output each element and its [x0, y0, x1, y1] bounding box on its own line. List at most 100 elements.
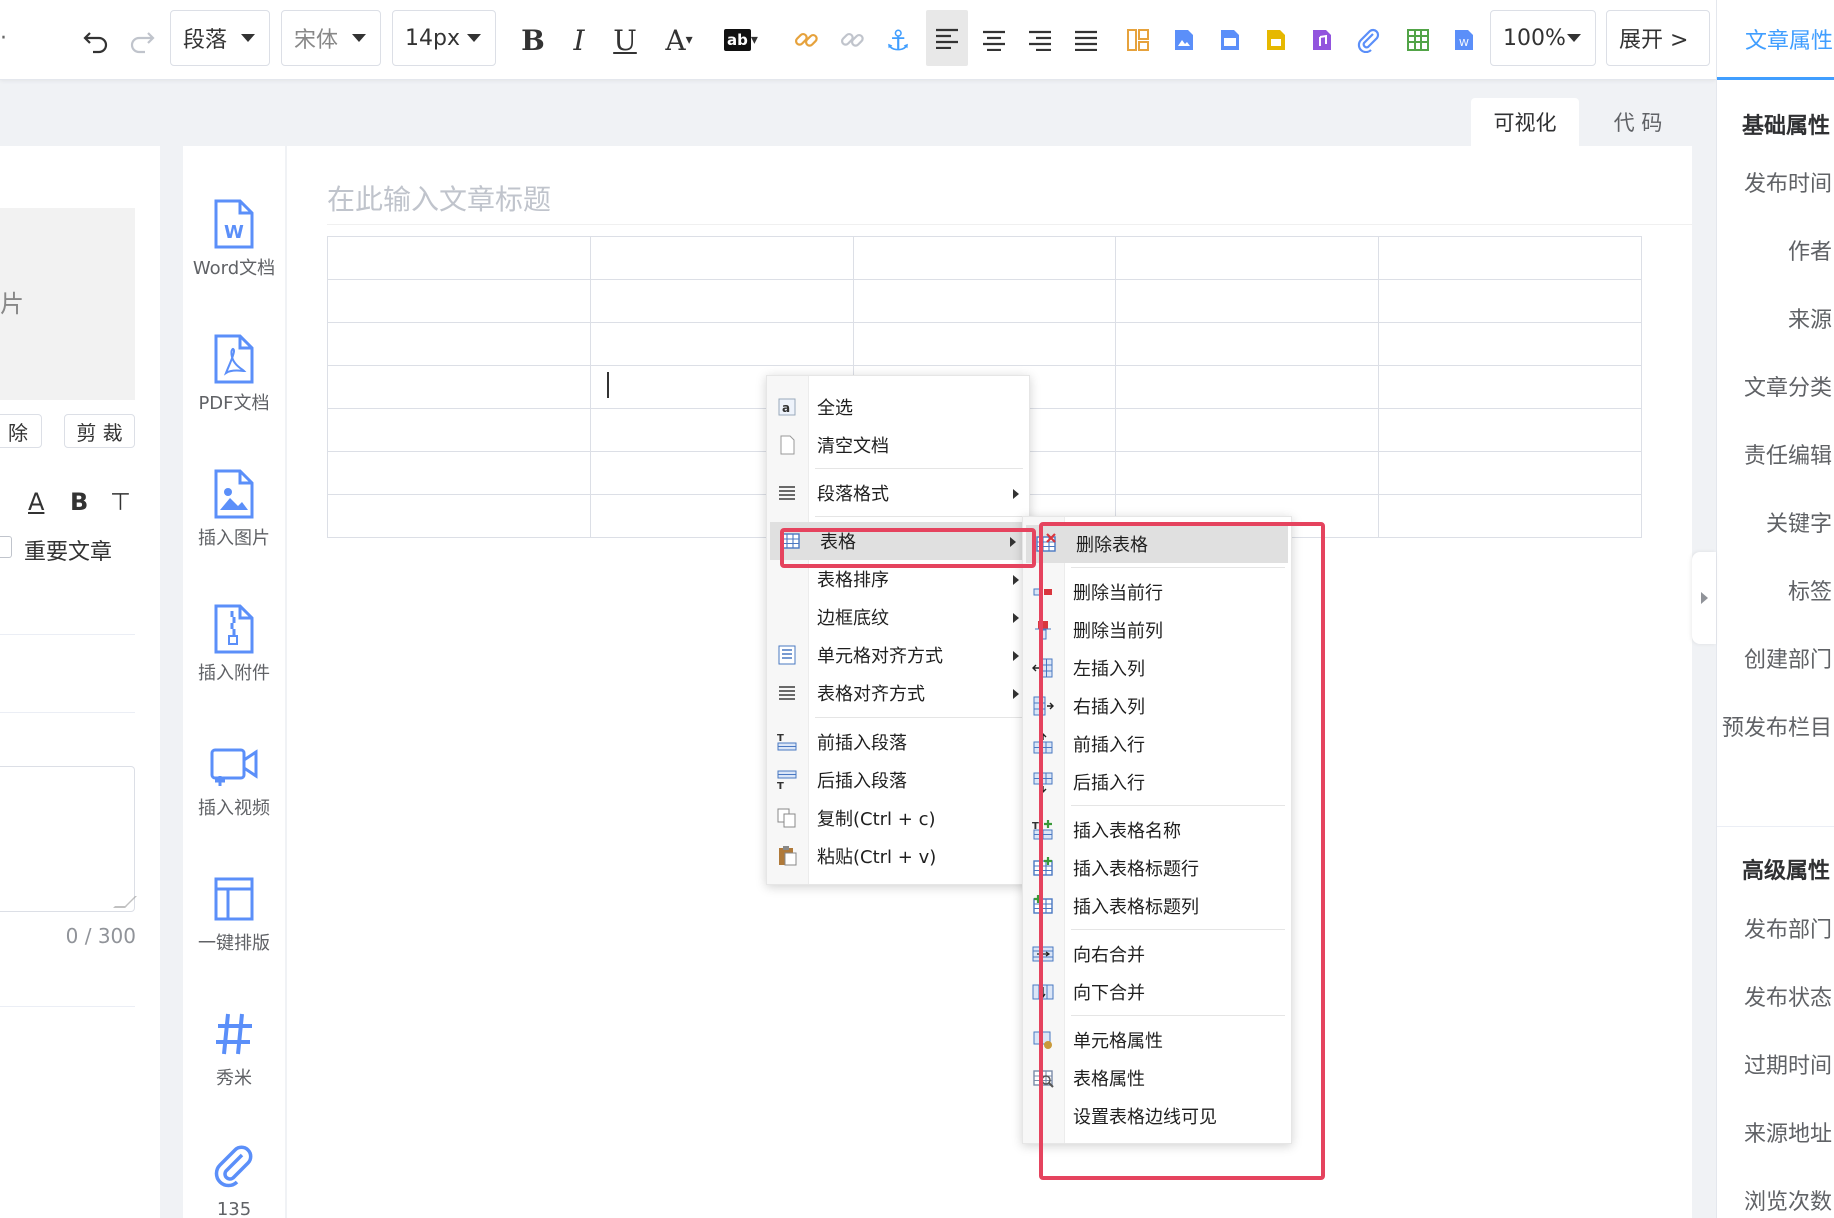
table-submenu-item[interactable]: 删除当前行	[1023, 573, 1291, 611]
table-cell[interactable]	[1115, 408, 1380, 452]
paragraph-select[interactable]: 段落	[170, 10, 270, 66]
bold-small-icon[interactable]: B	[70, 488, 88, 516]
expand-button[interactable]: 展开 >	[1606, 10, 1710, 66]
text-top-icon[interactable]: ⊤	[110, 488, 131, 516]
table-cell[interactable]	[852, 236, 1117, 280]
article-title-input[interactable]: 在此输入文章标题	[327, 178, 551, 218]
table-cell[interactable]	[1115, 322, 1380, 366]
context-menu-item[interactable]: 单元格对齐方式	[767, 636, 1029, 674]
table-cell[interactable]	[327, 279, 591, 323]
image-file-icon[interactable]	[1166, 0, 1202, 80]
video-file-icon[interactable]	[1258, 0, 1294, 80]
link-icon[interactable]	[788, 0, 824, 80]
attachment-icon[interactable]	[1350, 0, 1386, 80]
context-menu-item[interactable]: 清空文档	[767, 426, 1029, 464]
undo-icon[interactable]	[76, 0, 116, 80]
important-checkbox[interactable]	[0, 536, 12, 558]
table-cell[interactable]	[589, 236, 854, 280]
template-icon[interactable]	[1120, 0, 1156, 80]
table-cell[interactable]	[1378, 322, 1642, 366]
table-submenu-item[interactable]: 左插入列	[1023, 649, 1291, 687]
editor-135[interactable]: 135	[183, 1143, 285, 1218]
insert-word-doc[interactable]: W Word文档	[183, 198, 285, 280]
zoom-select[interactable]: 100%	[1490, 10, 1596, 66]
tab-code[interactable]: 代 码	[1584, 98, 1692, 146]
align-justify-icon[interactable]	[1066, 0, 1106, 80]
context-menu-item[interactable]: T 后插入段落	[767, 761, 1029, 799]
font-size-select[interactable]: 14px	[392, 10, 496, 66]
table-cell[interactable]	[1378, 451, 1642, 495]
context-menu-item[interactable]: 表格对齐方式	[767, 674, 1029, 712]
table-submenu-item[interactable]: 设置表格边线可见	[1023, 1097, 1291, 1135]
crop-cover-button[interactable]: 剪 裁	[64, 414, 135, 448]
table-cell[interactable]	[327, 365, 591, 409]
table-cell[interactable]	[852, 322, 1117, 366]
redo-icon[interactable]	[122, 0, 162, 80]
insert-pdf-doc[interactable]: PDF文档	[183, 333, 285, 415]
insert-attachment[interactable]: 插入附件	[183, 603, 285, 685]
table-submenu-item[interactable]: 右插入列	[1023, 687, 1291, 725]
context-menu-item[interactable]: T 前插入段落	[767, 723, 1029, 761]
table-submenu-item[interactable]: T 插入表格名称	[1023, 811, 1291, 849]
font-select[interactable]: 宋体	[281, 10, 381, 66]
table-submenu-item[interactable]: 插入表格标题列	[1023, 887, 1291, 925]
table-cell[interactable]	[1115, 279, 1380, 323]
table-cell[interactable]	[1378, 408, 1642, 452]
align-left-icon[interactable]	[926, 10, 968, 66]
summary-textarea[interactable]	[0, 766, 135, 912]
collapse-sidebar-handle[interactable]	[1692, 552, 1716, 644]
table-cell[interactable]	[1378, 279, 1642, 323]
table-submenu-item[interactable]: 删除表格	[1026, 525, 1288, 563]
table-submenu-item[interactable]: 插入表格标题行	[1023, 849, 1291, 887]
table-cell[interactable]	[327, 322, 591, 366]
context-menu-item[interactable]: 边框底纹	[767, 598, 1029, 636]
context-menu-item[interactable]: 复制(Ctrl + c)	[767, 799, 1029, 837]
table-cell[interactable]	[852, 279, 1117, 323]
one-click-layout[interactable]: 一键排版	[183, 873, 285, 955]
highlight-icon[interactable]: ab ▾	[714, 0, 768, 80]
table-cell[interactable]	[1378, 494, 1642, 538]
insert-video[interactable]: 插入视频	[183, 738, 285, 820]
align-center-icon[interactable]	[974, 0, 1014, 80]
table-submenu-item[interactable]: 删除当前列	[1023, 611, 1291, 649]
table-submenu-item[interactable]: 单元格属性	[1023, 1021, 1291, 1059]
table-submenu-item[interactable]: 向下合并	[1023, 973, 1291, 1011]
table-cell[interactable]	[1378, 365, 1642, 409]
tab-visual[interactable]: 可视化	[1471, 98, 1579, 146]
context-menu-item[interactable]: 粘贴(Ctrl + v)	[767, 837, 1029, 875]
table-cell[interactable]	[327, 236, 591, 280]
context-menu-item[interactable]: 段落格式	[767, 474, 1029, 512]
picture-file-icon[interactable]	[1212, 0, 1248, 80]
table-cell[interactable]	[327, 408, 591, 452]
word-file-icon[interactable]: W	[1446, 0, 1482, 80]
table-cell[interactable]	[1115, 365, 1380, 409]
table-cell[interactable]	[1378, 236, 1642, 280]
table-submenu-item[interactable]: 前插入行	[1023, 725, 1291, 763]
table-cell[interactable]	[327, 494, 591, 538]
context-menu-item[interactable]: a 全选	[767, 388, 1029, 426]
cover-image-area[interactable]: 片	[0, 208, 135, 400]
italic-icon[interactable]: I	[560, 0, 598, 80]
table-cell[interactable]	[1115, 451, 1380, 495]
unlink-icon[interactable]	[834, 0, 870, 80]
tab-article-properties[interactable]: 文章属性	[1717, 0, 1834, 80]
underline-icon[interactable]: U	[606, 0, 644, 80]
anchor-icon[interactable]: ⚓	[880, 0, 916, 80]
bold-icon[interactable]: B	[514, 0, 552, 80]
insert-image[interactable]: 插入图片	[183, 468, 285, 550]
table-submenu-item[interactable]: 后插入行	[1023, 763, 1291, 801]
align-right-icon[interactable]	[1020, 0, 1060, 80]
table-cell[interactable]	[589, 279, 854, 323]
delete-cover-button[interactable]: 除	[0, 414, 42, 448]
table-cell[interactable]	[327, 451, 591, 495]
xiumi-editor[interactable]: 秀米	[183, 1008, 285, 1090]
table-cell[interactable]	[589, 322, 854, 366]
text-color-icon[interactable]: A	[28, 488, 44, 516]
context-menu-item[interactable]: 表格	[770, 522, 1026, 560]
table-submenu-item[interactable]: 向右合并	[1023, 935, 1291, 973]
table-submenu-item[interactable]: 表格属性	[1023, 1059, 1291, 1097]
table-cell[interactable]	[1115, 236, 1380, 280]
context-menu-item[interactable]: 表格排序	[767, 560, 1029, 598]
audio-file-icon[interactable]	[1304, 0, 1340, 80]
table-insert-icon[interactable]	[1400, 0, 1436, 80]
